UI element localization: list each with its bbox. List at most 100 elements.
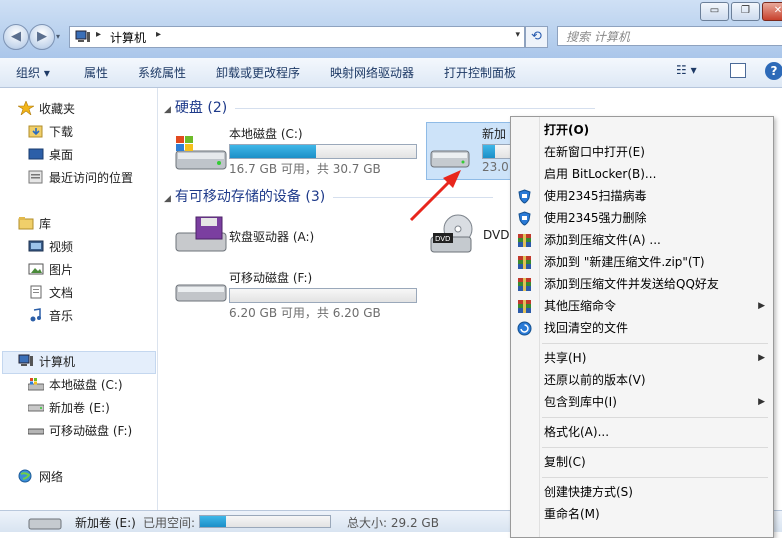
search-input[interactable]: 搜索 计算机 bbox=[557, 26, 782, 46]
command-toolbar: 组织 ▾ 属性 系统属性 卸载或更改程序 映射网络驱动器 打开控制面板 ☷ ▾ … bbox=[0, 58, 782, 88]
menu-item-other-compress[interactable]: 其他压缩命令 ▶ bbox=[511, 296, 773, 317]
menu-item-create-shortcut[interactable]: 创建快捷方式(S) bbox=[511, 482, 773, 503]
breadcrumb-separator-icon[interactable]: ▸ bbox=[96, 29, 101, 40]
sidebar-item-music[interactable]: 音乐 bbox=[28, 307, 73, 324]
sidebar-item-libraries[interactable]: 库 bbox=[18, 215, 51, 232]
sidebar-item-favorites[interactable]: 收藏夹 bbox=[16, 100, 76, 117]
drive-c-usage-bar bbox=[229, 144, 417, 159]
menu-item-bitlocker[interactable]: 启用 BitLocker(B)... bbox=[511, 164, 773, 185]
change-view-button[interactable]: ☷ ▾ bbox=[676, 63, 697, 77]
system-properties-button[interactable]: 系统属性 bbox=[138, 64, 186, 81]
menu-item-label: 使用2345扫描病毒 bbox=[544, 189, 647, 203]
group-divider bbox=[235, 107, 596, 109]
archive-icon bbox=[517, 233, 532, 248]
sidebar-item-label: 库 bbox=[39, 217, 52, 231]
floppy-drive-icon[interactable] bbox=[174, 215, 228, 258]
drive-name[interactable]: DVD bbox=[483, 228, 509, 242]
maximize-button[interactable]: ❐ bbox=[731, 2, 760, 21]
menu-item-share[interactable]: 共享(H) ▶ bbox=[511, 348, 773, 369]
map-network-drive-button[interactable]: 映射网络驱动器 bbox=[330, 64, 414, 81]
group-header-label: 有可移动存储的设备 (3) bbox=[174, 189, 326, 205]
menu-item-rename[interactable]: 重命名(M) bbox=[511, 504, 773, 525]
shield-icon bbox=[517, 189, 532, 204]
menu-item-restore-previous[interactable]: 还原以前的版本(V) bbox=[511, 370, 773, 391]
close-button[interactable]: ✕ bbox=[762, 2, 782, 21]
menu-item-add-zip[interactable]: 添加到 "新建压缩文件.zip"(T) bbox=[511, 252, 773, 273]
sidebar-item-label: 收藏夹 bbox=[39, 102, 76, 116]
sidebar-item-removable-f[interactable]: 可移动磁盘 (F:) bbox=[27, 422, 133, 439]
organize-button[interactable]: 组织 ▾ bbox=[16, 64, 50, 81]
minimize-button[interactable]: ▭ bbox=[700, 2, 729, 21]
sidebar-item-label: 可移动磁盘 (F:) bbox=[49, 424, 133, 438]
menu-item-open[interactable]: 打开(O) bbox=[511, 120, 773, 141]
menu-separator bbox=[542, 447, 768, 448]
properties-button[interactable]: 属性 bbox=[84, 64, 108, 81]
sidebar-item-downloads[interactable]: 下载 bbox=[28, 123, 73, 140]
windows-drive-icon bbox=[27, 377, 45, 391]
library-icon bbox=[18, 216, 34, 230]
removable-drive-icon[interactable] bbox=[174, 277, 228, 310]
sidebar-item-local-c[interactable]: 本地磁盘 (C:) bbox=[27, 376, 123, 393]
sidebar-item-desktop[interactable]: 桌面 bbox=[28, 146, 73, 163]
recent-pages-dropdown-icon[interactable]: ▾ bbox=[56, 32, 60, 41]
sidebar-item-recent[interactable]: 最近访问的位置 bbox=[28, 169, 133, 186]
menu-item-include-library[interactable]: 包含到库中(I) ▶ bbox=[511, 392, 773, 413]
menu-item-format[interactable]: 格式化(A)... bbox=[511, 422, 773, 443]
address-bar[interactable]: ▸ 计算机 ▸ ▾ bbox=[69, 26, 525, 48]
menu-item-add-send-qq[interactable]: 添加到压缩文件并发送给QQ好友 bbox=[511, 274, 773, 295]
drive-name[interactable]: 新加 bbox=[482, 125, 506, 142]
network-icon bbox=[18, 469, 34, 483]
open-control-panel-button[interactable]: 打开控制面板 bbox=[444, 64, 516, 81]
sidebar-item-label: 文档 bbox=[49, 286, 74, 300]
windows-drive-icon[interactable] bbox=[174, 133, 228, 176]
menu-item-copy[interactable]: 复制(C) bbox=[511, 452, 773, 473]
sidebar-item-documents[interactable]: 文档 bbox=[28, 284, 73, 301]
help-button[interactable]: ? bbox=[765, 62, 782, 80]
drive-name[interactable]: 可移动磁盘 (F:) bbox=[229, 269, 312, 286]
menu-item-open-new-window[interactable]: 在新窗口中打开(E) bbox=[511, 142, 773, 163]
back-button[interactable]: ◀ bbox=[3, 24, 29, 50]
drive-name[interactable]: 本地磁盘 (C:) bbox=[229, 125, 303, 142]
menu-item-shred-2345[interactable]: 使用2345强力删除 bbox=[511, 208, 773, 229]
sidebar-item-videos[interactable]: 视频 bbox=[28, 238, 73, 255]
group-header-hard-disks[interactable]: ◢ 硬盘 (2) bbox=[164, 97, 596, 117]
sidebar-item-label: 视频 bbox=[49, 240, 74, 254]
menu-item-scan-2345[interactable]: 使用2345扫描病毒 bbox=[511, 186, 773, 207]
sidebar-item-new-e[interactable]: 新加卷 (E:) bbox=[27, 399, 110, 416]
address-dropdown-icon[interactable]: ▾ bbox=[515, 30, 520, 40]
video-icon bbox=[28, 239, 44, 253]
forward-button[interactable]: ▶ bbox=[29, 24, 55, 50]
menu-item-add-archive[interactable]: 添加到压缩文件(A) ... bbox=[511, 230, 773, 251]
sidebar-item-label: 桌面 bbox=[49, 148, 74, 162]
menu-separator bbox=[542, 343, 768, 344]
desktop-icon bbox=[28, 147, 44, 161]
usage-fill bbox=[483, 145, 495, 158]
preview-pane-icon[interactable] bbox=[730, 63, 746, 78]
refresh-button[interactable]: ⟲ bbox=[525, 26, 548, 48]
download-folder-icon bbox=[28, 124, 44, 138]
drive-name[interactable]: 软盘驱动器 (A:) bbox=[229, 228, 314, 245]
annotation-arrow-icon bbox=[405, 168, 465, 231]
menu-item-label: 打开(O) bbox=[544, 123, 590, 137]
removable-drive-icon bbox=[27, 423, 45, 437]
drive-usage-text: 16.7 GB 可用，共 30.7 GB bbox=[229, 162, 381, 176]
menu-item-label: 添加到压缩文件(A) ... bbox=[544, 233, 661, 247]
menu-item-label: 启用 BitLocker(B)... bbox=[544, 167, 657, 181]
drive-usage-text: 23.0 bbox=[482, 160, 509, 174]
status-drive-icon bbox=[28, 514, 62, 533]
sidebar-item-computer[interactable]: 计算机 bbox=[18, 353, 75, 370]
uninstall-program-button[interactable]: 卸载或更改程序 bbox=[216, 64, 300, 81]
menu-separator bbox=[542, 417, 768, 418]
sidebar-item-pictures[interactable]: 图片 bbox=[28, 261, 73, 278]
star-icon bbox=[16, 100, 36, 116]
sidebar-item-label: 网络 bbox=[39, 470, 64, 484]
menu-item-label: 格式化(A)... bbox=[544, 425, 610, 439]
menu-item-label: 在新窗口中打开(E) bbox=[544, 145, 645, 159]
picture-icon bbox=[28, 262, 44, 276]
menu-item-recover[interactable]: 找回清空的文件 bbox=[511, 318, 773, 339]
sidebar-item-network[interactable]: 网络 bbox=[18, 468, 63, 485]
menu-item-label: 包含到库中(I) bbox=[544, 395, 617, 409]
breadcrumb-computer[interactable]: 计算机 bbox=[110, 29, 146, 46]
breadcrumb-separator-icon[interactable]: ▸ bbox=[156, 29, 161, 40]
dvd-badge: DVD bbox=[435, 235, 450, 243]
